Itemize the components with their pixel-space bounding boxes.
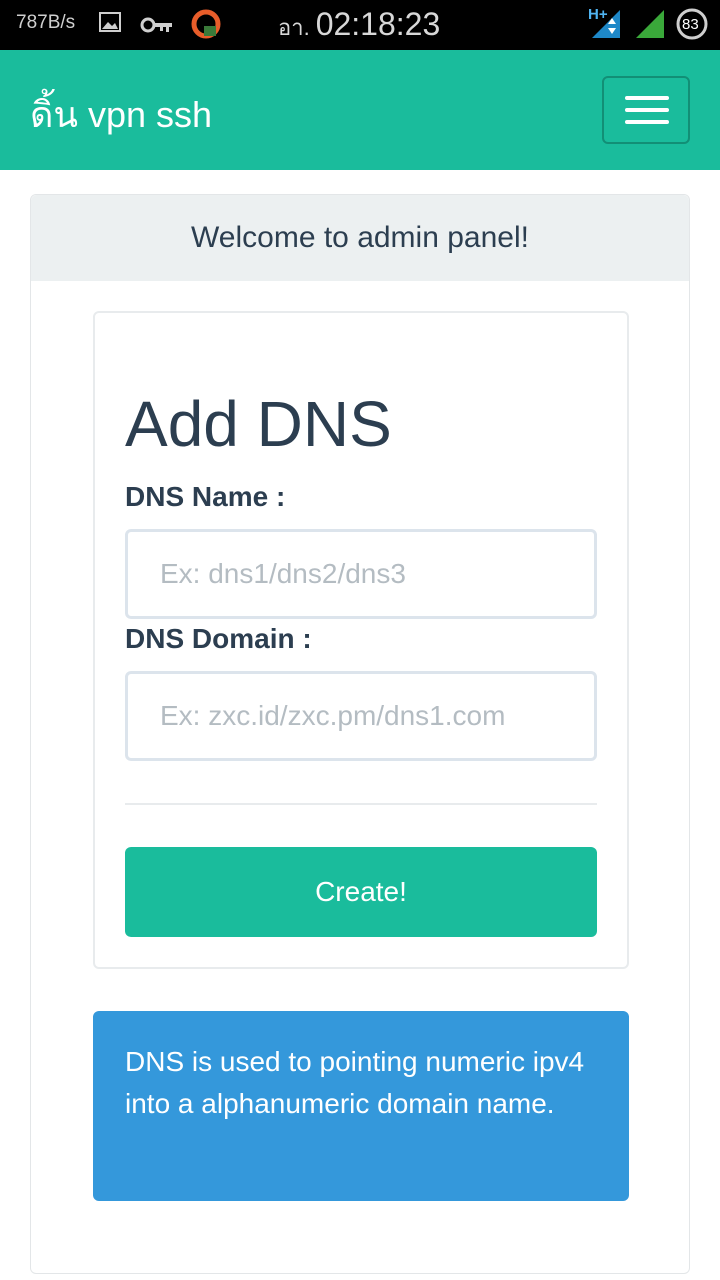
status-bar: 787B/s อา. 02:18:23 H+ 83 [0, 0, 720, 50]
clock: อา. 02:18:23 [278, 6, 440, 45]
signal-icon [634, 8, 666, 45]
battery-level: 83 [682, 16, 699, 33]
hamburger-icon-bar [625, 108, 669, 112]
hamburger-icon-bar [625, 120, 669, 124]
network-speed: 787B/s [16, 12, 76, 33]
app-logo-icon [190, 8, 222, 45]
vpn-key-icon [140, 14, 174, 41]
clock-era: อา. [278, 15, 310, 40]
dns-domain-label: DNS Domain : [125, 623, 312, 654]
create-button[interactable]: Create! [125, 847, 597, 937]
dns-name-input[interactable] [125, 529, 597, 619]
dns-name-label: DNS Name : [125, 481, 286, 512]
add-dns-form: Add DNS DNS Name : DNS Domain : Create! [93, 311, 629, 969]
info-text: DNS is used to pointing numeric ipv4 int… [125, 1046, 585, 1119]
brand-title[interactable]: ดิ้น vpn ssh [30, 86, 212, 143]
info-alert: DNS is used to pointing numeric ipv4 int… [93, 1011, 629, 1201]
image-icon [98, 10, 122, 39]
hamburger-menu-button[interactable] [602, 76, 690, 144]
network-type-label: H+ [588, 6, 608, 23]
admin-panel: Welcome to admin panel! Add DNS DNS Name… [30, 194, 690, 1274]
form-title: Add DNS [125, 388, 392, 460]
dns-domain-input[interactable] [125, 671, 597, 761]
hamburger-icon [625, 96, 669, 100]
panel-heading: Welcome to admin panel! [31, 195, 689, 281]
form-divider [125, 803, 597, 805]
clock-time: 02:18:23 [315, 6, 441, 42]
navbar: ดิ้น vpn ssh [0, 50, 720, 170]
